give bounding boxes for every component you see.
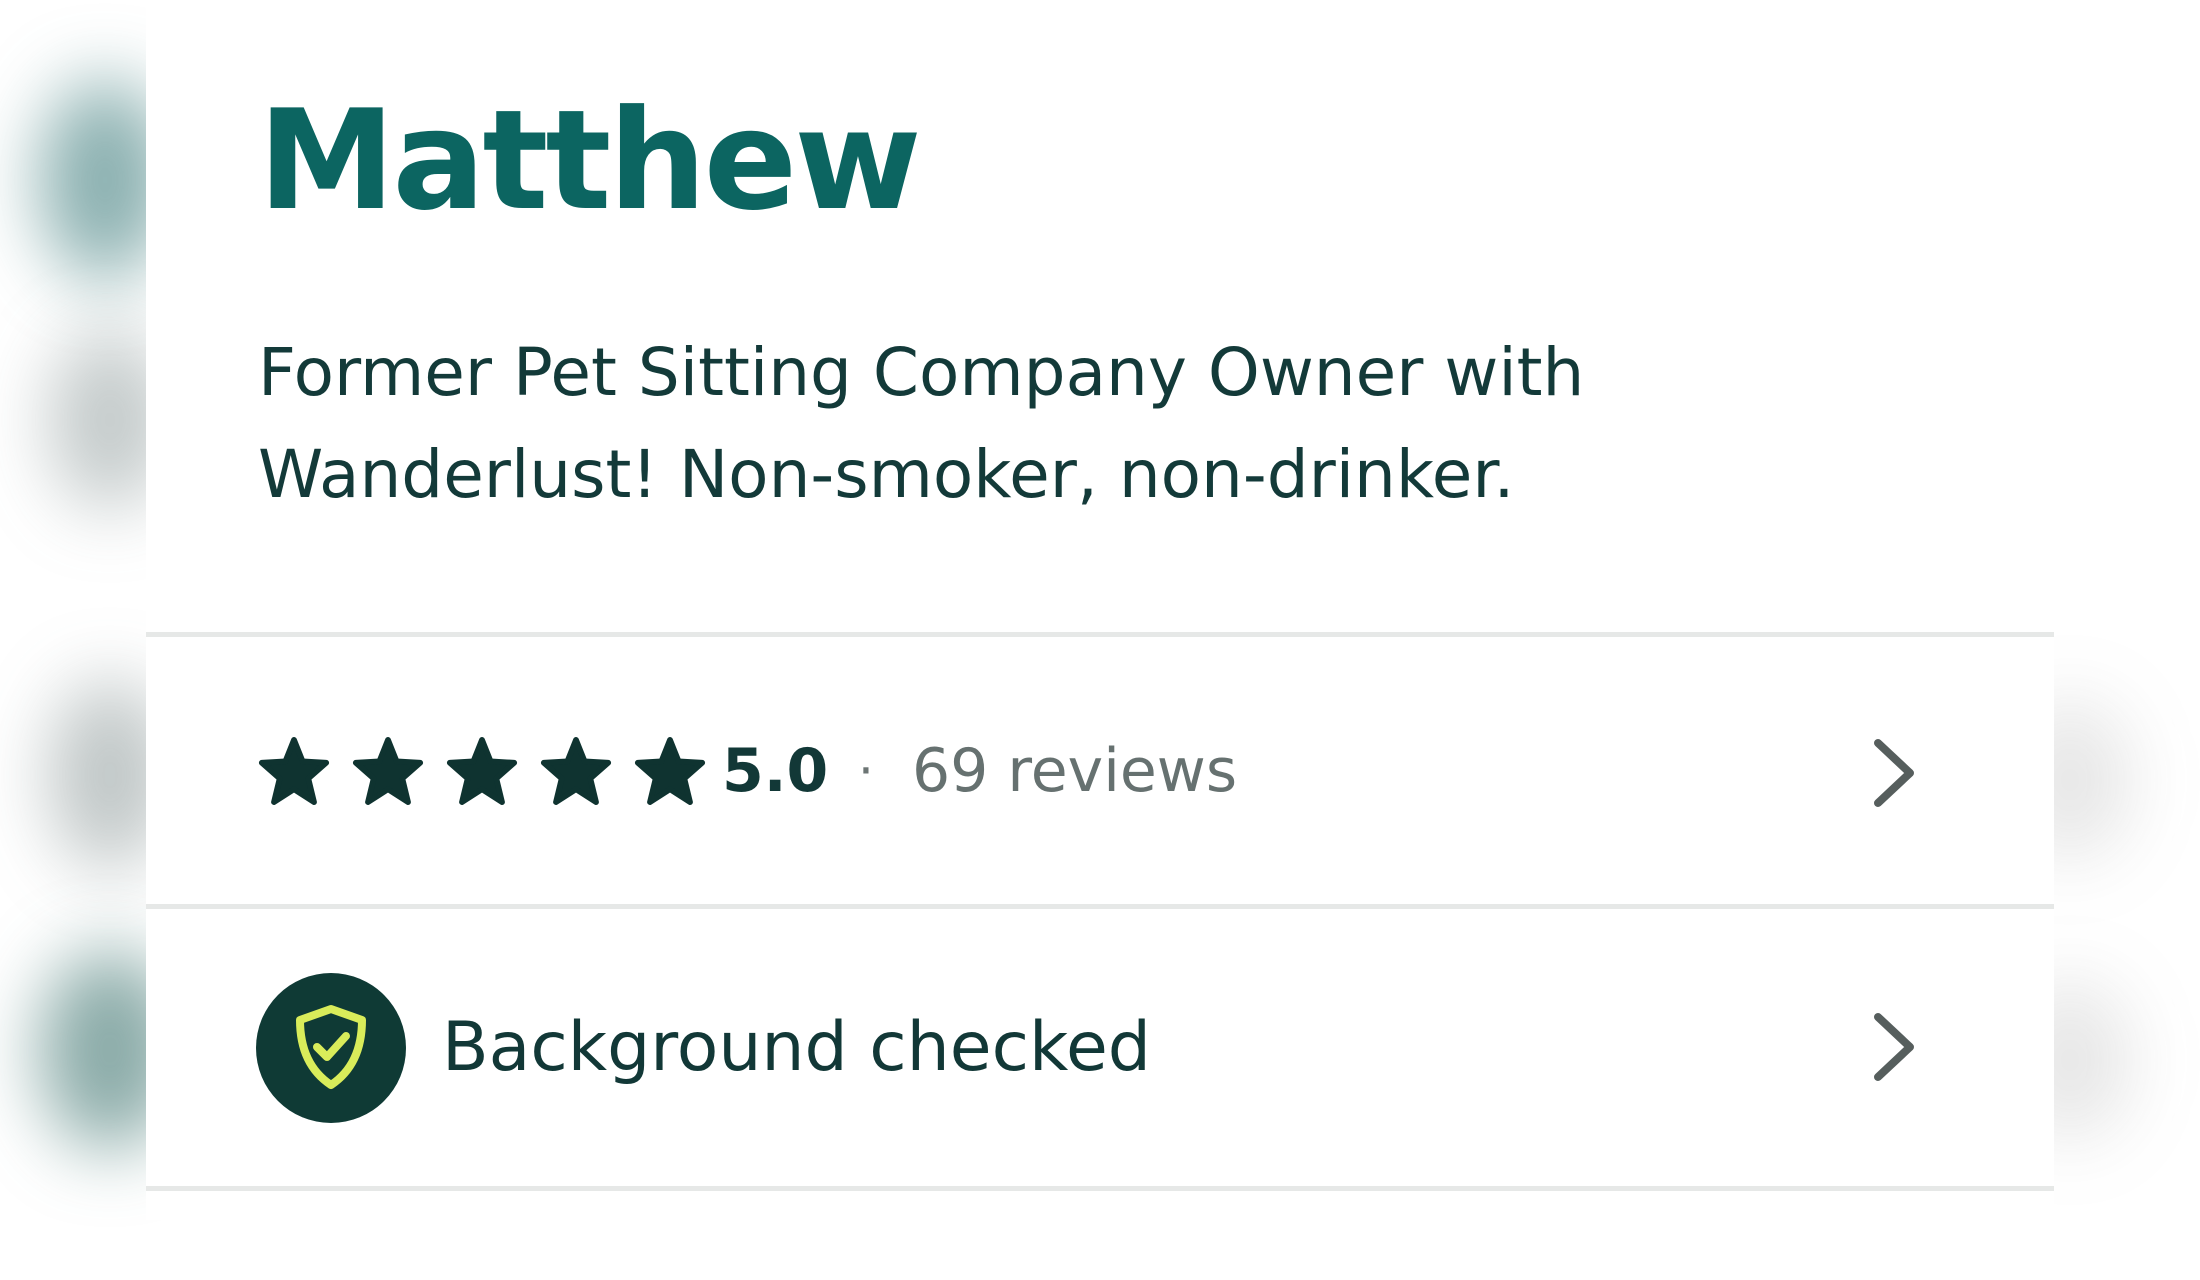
chevron-right-icon [1866, 1007, 1922, 1087]
profile-name: Matthew [258, 80, 922, 241]
divider [146, 1186, 2054, 1191]
profile-tagline: Former Pet Sitting Company Owner with Wa… [258, 334, 1585, 513]
star-icon [634, 737, 706, 805]
background-check-label: Background checked [442, 1008, 1151, 1087]
profile-card: Matthew Former Pet Sitting Company Owner… [146, 0, 2054, 1220]
star-rating [258, 737, 706, 805]
reviews-count: 69 reviews [912, 736, 1238, 806]
background-check-badge [256, 973, 406, 1123]
star-icon [446, 737, 518, 805]
star-icon [352, 737, 424, 805]
star-icon [540, 737, 612, 805]
chevron-right-icon [1866, 733, 1922, 813]
background-check-row[interactable]: Background checked [146, 909, 2054, 1186]
separator-dot: · [858, 742, 874, 800]
shield-check-icon [296, 1005, 366, 1089]
reviews-row[interactable]: 5.0 · 69 reviews [146, 637, 2054, 904]
rating-value: 5.0 [722, 736, 829, 806]
star-icon [258, 737, 330, 805]
